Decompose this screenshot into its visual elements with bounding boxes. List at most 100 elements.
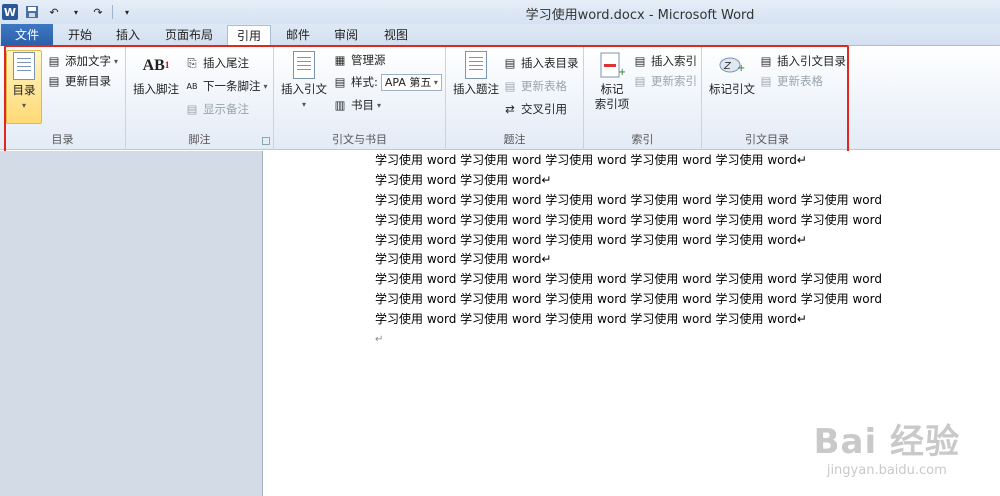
show-notes-icon: ▤ — [186, 102, 198, 116]
style-label: 样式: — [351, 75, 378, 89]
add-text-button[interactable]: ▤ 添加文字 ▾ — [46, 52, 118, 70]
update-toc-icon: ▤ — [48, 74, 60, 88]
document-line: 学习使用 word 学习使用 word 学习使用 word 学习使用 word … — [375, 192, 882, 207]
bibliography-button[interactable]: ▥ 书目 ▾ — [332, 96, 381, 114]
mark-citation-label: 标记引文 — [709, 82, 755, 96]
insert-endnote-button[interactable]: ⎘ 插入尾注 — [184, 54, 249, 72]
group-toc: 目录 ▾ ▤ 添加文字 ▾ ▤ 更新目录 目录 — [0, 46, 126, 150]
document-line: 学习使用 word 学习使用 word↵ — [375, 172, 552, 187]
update-toa-icon: ▤ — [760, 74, 772, 88]
group-label-citations: 引文与书目 — [332, 133, 387, 146]
citation-style-control: ▤ 样式: APA 第五 ▾ — [332, 73, 442, 91]
document-line: 学习使用 word 学习使用 word↵ — [375, 252, 552, 267]
update-table-icon: ▤ — [504, 79, 516, 93]
toc-icon — [10, 51, 38, 81]
mark-citation-icon: Z + — [718, 50, 746, 80]
chevron-down-icon: ▾ — [301, 100, 306, 109]
update-index-button[interactable]: ▤ 更新索引 — [632, 72, 697, 90]
baidu-watermark: Bai 经验 jingyan.baidu.com — [814, 414, 960, 478]
insert-toa-label: 插入引文目录 — [777, 54, 846, 68]
group-index: + 标记 索引项 ▤ 插入索引 ▤ 更新索引 索引 — [584, 46, 702, 150]
insert-citation-button[interactable]: 插入引文 ▾ — [278, 50, 330, 112]
ribbon: 目录 ▾ ▤ 添加文字 ▾ ▤ 更新目录 目录 AB 1 插入脚注 ⎘ 插入尾注 … — [0, 46, 1000, 150]
watermark-sub: jingyan.baidu.com — [826, 463, 947, 478]
update-index-icon: ▤ — [634, 74, 646, 88]
add-text-label: 添加文字 — [65, 54, 111, 68]
tab-mailings[interactable]: 邮件 — [276, 25, 320, 46]
tab-view[interactable]: 视图 — [374, 25, 418, 46]
caption-icon — [462, 50, 490, 80]
table-of-figures-icon: ▤ — [504, 56, 516, 70]
group-label-captions: 题注 — [503, 133, 526, 146]
manage-sources-icon: ▦ — [334, 53, 346, 67]
cross-reference-button[interactable]: ⇄ 交叉引用 — [502, 100, 567, 118]
cross-reference-icon: ⇄ — [505, 102, 515, 116]
svg-text:Z: Z — [723, 61, 732, 72]
document-line: 学习使用 word 学习使用 word 学习使用 word 学习使用 word … — [375, 292, 882, 307]
group-label-toc: 目录 — [51, 133, 74, 146]
document-body[interactable]: 学习使用 word 学习使用 word 学习使用 word 学习使用 word … — [375, 151, 915, 350]
mark-entry-button[interactable]: + 标记 索引项 — [590, 50, 634, 112]
watermark-main: Bai 经验 — [813, 422, 960, 462]
insert-table-of-figures-button[interactable]: ▤ 插入表目录 — [502, 54, 579, 72]
mark-entry-label-2: 索引项 — [594, 97, 630, 111]
tab-page-layout[interactable]: 页面布局 — [154, 25, 224, 46]
svg-text:+: + — [618, 67, 625, 78]
insert-footnote-button[interactable]: AB 1 插入脚注 — [130, 50, 182, 97]
bibliography-icon: ▥ — [334, 98, 346, 112]
ribbon-tabs: 文件 开始 插入 页面布局 引用 邮件 审阅 视图 — [0, 24, 1000, 47]
style-icon: ▤ — [334, 75, 346, 89]
insert-toa-button[interactable]: ▤ 插入引文目录 — [758, 52, 846, 70]
document-line: 学习使用 word 学习使用 word 学习使用 word 学习使用 word … — [375, 212, 882, 227]
citation-style-select[interactable]: APA 第五 ▾ — [380, 73, 442, 91]
next-footnote-label: 下一条脚注 — [203, 79, 261, 93]
update-toa-button[interactable]: ▤ 更新表格 — [758, 72, 823, 90]
show-notes-label: 显示备注 — [203, 102, 249, 116]
tab-insert[interactable]: 插入 — [106, 25, 150, 46]
footnote-dialog-launcher-icon[interactable] — [262, 137, 270, 145]
group-label-footnotes: 脚注 — [188, 133, 211, 146]
chevron-down-icon: ▾ — [263, 81, 268, 91]
citation-icon — [290, 50, 318, 80]
mark-entry-label-1: 标记 — [600, 82, 624, 96]
mark-citation-button[interactable]: Z + 标记引文 — [706, 50, 758, 97]
insert-toa-icon: ▤ — [760, 54, 772, 68]
document-line: 学习使用 word 学习使用 word 学习使用 word 学习使用 word … — [375, 272, 882, 287]
group-label-index: 索引 — [631, 133, 654, 146]
document-page[interactable]: 学习使用 word 学习使用 word 学习使用 word 学习使用 word … — [262, 151, 1000, 496]
insert-index-button[interactable]: ▤ 插入索引 — [632, 52, 697, 70]
document-line: 学习使用 word 学习使用 word 学习使用 word 学习使用 word … — [375, 232, 807, 247]
update-toc-label: 更新目录 — [65, 74, 111, 88]
insert-footnote-label: 插入脚注 — [133, 82, 179, 96]
chevron-down-icon: ▾ — [431, 77, 438, 87]
group-citations: 插入引文 ▾ ▦ 管理源 ▤ 样式: APA 第五 ▾ ▥ 书目 ▾ 引文与书目 — [274, 46, 446, 150]
update-table-label: 更新表格 — [521, 79, 567, 93]
insert-endnote-label: 插入尾注 — [203, 56, 249, 70]
tab-review[interactable]: 审阅 — [324, 25, 368, 46]
chevron-down-icon: ▾ — [21, 101, 26, 110]
show-notes-button[interactable]: ▤ 显示备注 — [184, 100, 249, 118]
tab-home[interactable]: 开始 — [58, 25, 102, 46]
footnote-ab-icon: AB 1 — [142, 56, 170, 74]
tab-references[interactable]: 引用 — [227, 25, 271, 47]
update-toa-label: 更新表格 — [777, 74, 823, 88]
bibliography-label: 书目 — [351, 98, 374, 112]
toc-button-label: 目录 — [12, 83, 36, 97]
cross-reference-label: 交叉引用 — [521, 102, 567, 116]
insert-index-icon: ▤ — [634, 54, 646, 68]
window-title: 学习使用word.docx - Microsoft Word — [525, 8, 755, 23]
insert-caption-button[interactable]: 插入题注 — [450, 50, 502, 97]
next-footnote-button[interactable]: AB 下一条脚注 ▾ — [184, 77, 268, 95]
group-label-toa: 引文目录 — [745, 133, 789, 146]
title-bar: W ↶ ▾ ↷ ▾ 学习使用word.docx - Microsoft Word — [0, 0, 1000, 24]
mark-entry-icon: + — [598, 50, 626, 80]
update-table-button[interactable]: ▤ 更新表格 — [502, 77, 567, 95]
update-toc-button[interactable]: ▤ 更新目录 — [46, 72, 111, 90]
document-line: 学习使用 word 学习使用 word 学习使用 word 学习使用 word … — [375, 153, 807, 167]
insert-citation-label: 插入引文 — [281, 82, 327, 96]
group-table-of-authorities: Z + 标记引文 ▤ 插入引文目录 ▤ 更新表格 引文目录 — [702, 46, 846, 150]
toc-button[interactable]: 目录 ▾ — [6, 50, 42, 124]
document-line: 学习使用 word 学习使用 word 学习使用 word 学习使用 word … — [375, 312, 807, 327]
tab-file[interactable]: 文件 — [1, 24, 53, 46]
manage-sources-button[interactable]: ▦ 管理源 — [332, 51, 386, 69]
